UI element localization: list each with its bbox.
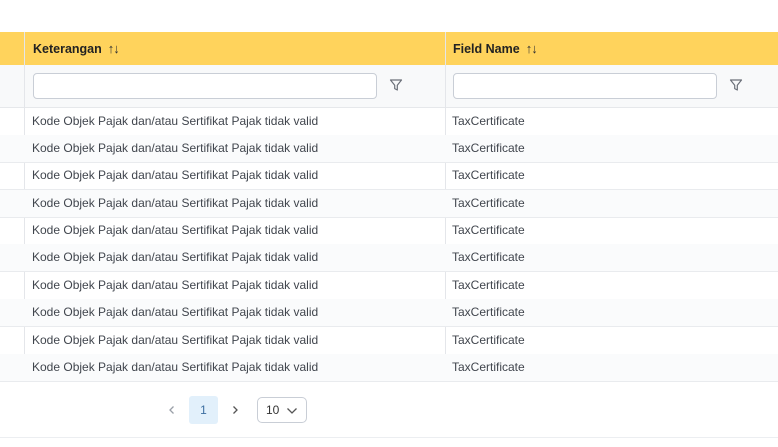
- table-row[interactable]: Kode Objek Pajak dan/atau Sertifikat Paj…: [0, 354, 778, 382]
- filter-input-keterangan[interactable]: [33, 73, 377, 99]
- cell-keterangan: Kode Objek Pajak dan/atau Sertifikat Paj…: [32, 333, 319, 347]
- table-row[interactable]: Kode Objek Pajak dan/atau Sertifikat Paj…: [0, 217, 778, 245]
- previous-page-button[interactable]: [158, 396, 186, 424]
- cell-keterangan: Kode Objek Pajak dan/atau Sertifikat Paj…: [32, 196, 319, 210]
- filter-row: [0, 65, 778, 108]
- page-button-current[interactable]: 1: [189, 396, 218, 424]
- filter-icon[interactable]: [389, 78, 403, 92]
- cell-keterangan: Kode Objek Pajak dan/atau Sertifikat Paj…: [32, 305, 319, 319]
- sort-icon[interactable]: ↑↓: [108, 41, 120, 56]
- table-row[interactable]: Kode Objek Pajak dan/atau Sertifikat Paj…: [0, 190, 778, 218]
- table-row[interactable]: Kode Objek Pajak dan/atau Sertifikat Paj…: [0, 108, 778, 136]
- cell-keterangan: Kode Objek Pajak dan/atau Sertifikat Paj…: [32, 114, 319, 128]
- cell-field-name: TaxCertificate: [452, 278, 525, 292]
- sort-icon[interactable]: ↑↓: [526, 41, 538, 56]
- chevron-right-icon: [233, 406, 238, 414]
- table-header: Keterangan ↑↓ Field Name ↑↓: [0, 32, 778, 66]
- cell-keterangan: Kode Objek Pajak dan/atau Sertifikat Paj…: [32, 168, 319, 182]
- cell-field-name: TaxCertificate: [452, 114, 525, 128]
- chevron-down-icon: [287, 408, 297, 414]
- column-header-keterangan[interactable]: Keterangan ↑↓: [33, 32, 120, 65]
- table-row[interactable]: Kode Objek Pajak dan/atau Sertifikat Paj…: [0, 135, 778, 163]
- table-row[interactable]: Kode Objek Pajak dan/atau Sertifikat Paj…: [0, 272, 778, 300]
- cell-keterangan: Kode Objek Pajak dan/atau Sertifikat Paj…: [32, 223, 319, 237]
- cell-field-name: TaxCertificate: [452, 333, 525, 347]
- cell-keterangan: Kode Objek Pajak dan/atau Sertifikat Paj…: [32, 360, 319, 374]
- table-row[interactable]: Kode Objek Pajak dan/atau Sertifikat Paj…: [0, 162, 778, 190]
- cell-keterangan: Kode Objek Pajak dan/atau Sertifikat Paj…: [32, 141, 319, 155]
- cell-keterangan: Kode Objek Pajak dan/atau Sertifikat Paj…: [32, 278, 319, 292]
- column-header-field-name[interactable]: Field Name ↑↓: [453, 32, 538, 65]
- footer-divider: [0, 437, 778, 438]
- filter-input-field-name[interactable]: [453, 73, 717, 99]
- table-row[interactable]: Kode Objek Pajak dan/atau Sertifikat Paj…: [0, 244, 778, 272]
- cell-field-name: TaxCertificate: [452, 250, 525, 264]
- cell-keterangan: Kode Objek Pajak dan/atau Sertifikat Paj…: [32, 250, 319, 264]
- column-label: Keterangan: [33, 41, 102, 56]
- page-size-value: 10: [266, 403, 280, 417]
- cell-field-name: TaxCertificate: [452, 305, 525, 319]
- chevron-left-icon: [169, 406, 174, 414]
- cell-field-name: TaxCertificate: [452, 223, 525, 237]
- filter-icon[interactable]: [729, 78, 743, 92]
- cell-field-name: TaxCertificate: [452, 360, 525, 374]
- cell-field-name: TaxCertificate: [452, 141, 525, 155]
- table-row[interactable]: Kode Objek Pajak dan/atau Sertifikat Paj…: [0, 299, 778, 327]
- column-label: Field Name: [453, 41, 520, 56]
- next-page-button[interactable]: [221, 396, 249, 424]
- top-spacer: [0, 0, 778, 32]
- page-size-select[interactable]: 10: [257, 397, 307, 423]
- table-row[interactable]: Kode Objek Pajak dan/atau Sertifikat Paj…: [0, 327, 778, 355]
- pagination: 1 10: [0, 396, 778, 424]
- cell-field-name: TaxCertificate: [452, 196, 525, 210]
- cell-field-name: TaxCertificate: [452, 168, 525, 182]
